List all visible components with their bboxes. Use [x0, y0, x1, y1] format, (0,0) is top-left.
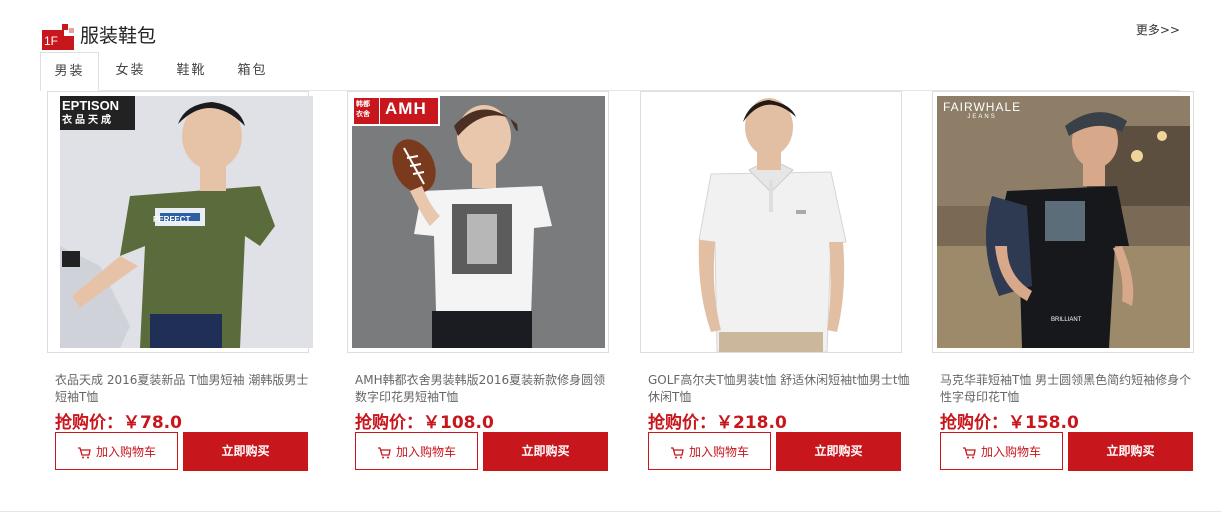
- brand-logo: AMH: [385, 99, 427, 118]
- buy-now-button[interactable]: 立即购买: [776, 432, 901, 471]
- tab-womens[interactable]: 女装: [103, 52, 158, 90]
- tab-bags[interactable]: 箱包: [225, 52, 280, 90]
- product-price: 抢购价：￥158.0: [940, 413, 1079, 433]
- product-name[interactable]: GOLF高尔夫T恤男装t恤 舒适休闲短袖t恤男士t恤休闲T恤: [648, 372, 910, 406]
- category-tabs: 男装 女装 鞋靴 箱包: [40, 52, 1180, 91]
- buy-now-button[interactable]: 立即购买: [483, 432, 608, 471]
- product-name[interactable]: 衣品天成 2016夏装新品 T恤男短袖 潮韩版男士短袖T恤: [55, 372, 317, 406]
- add-to-cart-button[interactable]: 加入购物车: [648, 432, 771, 470]
- cart-icon: [377, 446, 391, 458]
- product-image[interactable]: EPTISON 衣品天成 PERFECT: [47, 91, 313, 353]
- product-price: 抢购价：￥218.0: [648, 413, 787, 433]
- buy-now-button[interactable]: 立即购买: [183, 432, 308, 471]
- add-to-cart-button[interactable]: 加入购物车: [355, 432, 478, 470]
- more-link[interactable]: 更多>>: [1136, 21, 1180, 38]
- brand-logo: EPTISON 衣品天成: [62, 98, 120, 126]
- product-name[interactable]: AMH韩都衣舍男装韩版2016夏装新款修身圆领数字印花男短袖T恤: [355, 372, 617, 406]
- bottom-divider: [0, 511, 1221, 512]
- floor-badge-icon: 1F: [42, 22, 74, 50]
- product-price: 抢购价：￥108.0: [355, 413, 494, 433]
- tab-mens[interactable]: 男装: [40, 52, 99, 91]
- brand-logo: FAIRWHALE JEANS: [943, 100, 1022, 120]
- shirt-print: PERFECT: [153, 215, 191, 224]
- product-name[interactable]: 马克华菲短袖T恤 男士圆领黑色简约短袖修身个性字母印花T恤: [940, 372, 1202, 406]
- floor-header: 1F 服装鞋包 更多>>: [42, 18, 1182, 52]
- cart-icon: [670, 446, 684, 458]
- product-image[interactable]: FAIRWHALE JEANS BRILLIANT: [932, 91, 1194, 353]
- tab-shoes[interactable]: 鞋靴: [164, 52, 219, 90]
- brand-sub: 韩都 衣舍: [356, 100, 370, 118]
- add-to-cart-button[interactable]: 加入购物车: [940, 432, 1063, 470]
- shirt-print: BRILLIANT: [1051, 317, 1082, 323]
- floor-number: 1F: [44, 34, 59, 48]
- floor-title: 服装鞋包: [80, 25, 157, 47]
- product-image[interactable]: 韩都 衣舍 AMH: [347, 91, 609, 353]
- cart-icon: [962, 446, 976, 458]
- product-image[interactable]: [640, 91, 902, 353]
- add-to-cart-button[interactable]: 加入购物车: [55, 432, 178, 470]
- cart-icon: [77, 446, 91, 458]
- product-price: 抢购价：￥78.0: [55, 413, 182, 433]
- buy-now-button[interactable]: 立即购买: [1068, 432, 1193, 471]
